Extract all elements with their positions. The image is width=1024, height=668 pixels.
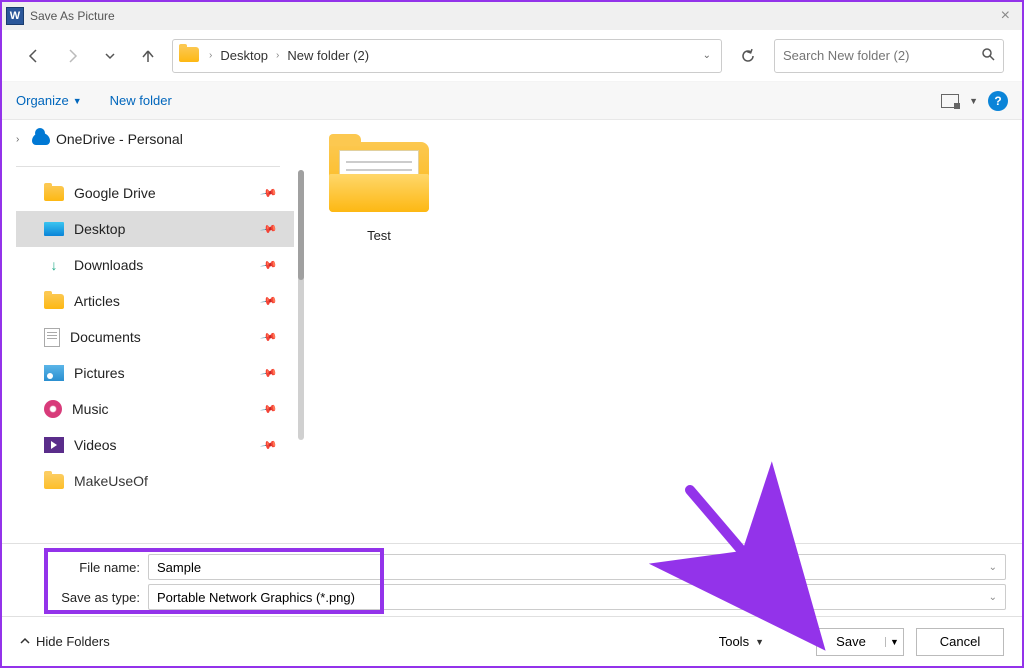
- breadcrumb-item[interactable]: Desktop: [216, 48, 272, 63]
- divider: [16, 166, 280, 167]
- window-title: Save As Picture: [30, 9, 993, 23]
- sidebar-item-downloads[interactable]: ↓ Downloads 📌: [16, 247, 294, 283]
- caret-down-icon[interactable]: ▼: [969, 96, 978, 106]
- back-button[interactable]: [20, 42, 48, 70]
- organize-menu[interactable]: Organize ▼: [16, 93, 82, 108]
- document-icon: [44, 328, 60, 347]
- toolbar: Organize ▼ New folder ▼ ?: [2, 82, 1022, 120]
- folder-icon: [329, 142, 429, 212]
- pictures-icon: [44, 365, 64, 381]
- sidebar-item-label: Documents: [70, 329, 284, 345]
- folder-icon: [44, 186, 64, 201]
- history-dropdown[interactable]: [96, 42, 124, 70]
- chevron-down-icon[interactable]: ⌄: [989, 592, 997, 603]
- savetype-value: Portable Network Graphics (*.png): [157, 590, 355, 605]
- chevron-right-icon[interactable]: ›: [276, 50, 279, 61]
- folder-label: Test: [324, 228, 434, 243]
- sidebar-item-google-drive[interactable]: Google Drive 📌: [16, 175, 294, 211]
- up-button[interactable]: [134, 42, 162, 70]
- nav-sidebar: › OneDrive - Personal Google Drive 📌 Des…: [2, 120, 294, 543]
- chevron-down-icon[interactable]: ⌄: [989, 562, 997, 573]
- word-app-icon: W: [6, 7, 24, 25]
- sidebar-item-pictures[interactable]: Pictures 📌: [16, 355, 294, 391]
- tools-menu[interactable]: Tools ▼: [719, 634, 764, 649]
- tree-label: OneDrive - Personal: [56, 131, 183, 147]
- music-icon: [44, 400, 62, 418]
- titlebar: W Save As Picture ×: [2, 2, 1022, 30]
- sidebar-item-label: Google Drive: [74, 185, 284, 201]
- savetype-label: Save as type:: [18, 590, 142, 605]
- search-icon: [981, 47, 995, 64]
- chevron-right-icon[interactable]: ›: [16, 134, 26, 145]
- cancel-button[interactable]: Cancel: [916, 628, 1004, 656]
- help-icon[interactable]: ?: [988, 91, 1008, 111]
- sidebar-item-label: Videos: [74, 437, 284, 453]
- sidebar-item-label: Desktop: [74, 221, 284, 237]
- refresh-button[interactable]: [732, 47, 764, 65]
- chevron-right-icon[interactable]: ›: [209, 50, 212, 61]
- sidebar-item-documents[interactable]: Documents 📌: [16, 319, 294, 355]
- video-icon: [44, 437, 64, 453]
- tools-label: Tools: [719, 634, 749, 649]
- sidebar-scrollbar[interactable]: [298, 170, 304, 440]
- hide-folders-button[interactable]: Hide Folders: [20, 634, 110, 649]
- folder-icon: [179, 47, 201, 65]
- sidebar-item-label: MakeUseOf: [74, 473, 284, 489]
- close-icon[interactable]: ×: [993, 7, 1018, 25]
- sidebar-item-label: Articles: [74, 293, 284, 309]
- filename-label: File name:: [18, 560, 142, 575]
- sidebar-item-desktop[interactable]: Desktop 📌: [16, 211, 294, 247]
- caret-down-icon: ▼: [73, 96, 82, 106]
- folder-icon: [44, 474, 64, 489]
- navbar: › Desktop › New folder (2) ⌄: [2, 30, 1022, 82]
- forward-button[interactable]: [58, 42, 86, 70]
- organize-label: Organize: [16, 93, 69, 108]
- download-icon: ↓: [44, 257, 64, 273]
- search-field[interactable]: [783, 48, 981, 63]
- sidebar-item-music[interactable]: Music 📌: [16, 391, 294, 427]
- view-mode-button[interactable]: [941, 94, 959, 108]
- file-list[interactable]: Test: [294, 120, 1022, 543]
- hide-folders-label: Hide Folders: [36, 634, 110, 649]
- sidebar-item-makeuseof[interactable]: MakeUseOf: [16, 463, 294, 499]
- sidebar-item-label: Music: [72, 401, 284, 417]
- caret-down-icon: ▼: [755, 637, 764, 647]
- sidebar-item-videos[interactable]: Videos 📌: [16, 427, 294, 463]
- save-as-picture-dialog: W Save As Picture × › Desktop › New fold…: [0, 0, 1024, 668]
- folder-item-test[interactable]: Test: [324, 142, 434, 243]
- sidebar-item-articles[interactable]: Articles 📌: [16, 283, 294, 319]
- sidebar-item-label: Pictures: [74, 365, 284, 381]
- breadcrumb[interactable]: › Desktop › New folder (2) ⌄: [172, 39, 722, 73]
- chevron-down-icon[interactable]: ⌄: [699, 50, 715, 61]
- new-folder-button[interactable]: New folder: [110, 93, 172, 108]
- save-fields: File name: ⌄ Save as type: Portable Netw…: [2, 543, 1022, 616]
- dialog-body: › OneDrive - Personal Google Drive 📌 Des…: [2, 120, 1022, 543]
- footer: Hide Folders Tools ▼ Save ▼ Cancel: [2, 616, 1022, 666]
- search-input[interactable]: [774, 39, 1004, 73]
- filename-input[interactable]: ⌄: [148, 554, 1006, 580]
- sidebar-item-label: Downloads: [74, 257, 284, 273]
- chevron-up-icon: [20, 634, 30, 649]
- desktop-icon: [44, 222, 64, 236]
- filename-field[interactable]: [157, 560, 989, 575]
- breadcrumb-item[interactable]: New folder (2): [283, 48, 373, 63]
- tree-item-onedrive[interactable]: › OneDrive - Personal: [16, 126, 294, 152]
- save-split-dropdown[interactable]: ▼: [885, 637, 903, 647]
- onedrive-icon: [32, 133, 50, 145]
- save-button[interactable]: Save ▼: [816, 628, 904, 656]
- savetype-select[interactable]: Portable Network Graphics (*.png) ⌄: [148, 584, 1006, 610]
- save-label: Save: [817, 634, 885, 649]
- folder-icon: [44, 294, 64, 309]
